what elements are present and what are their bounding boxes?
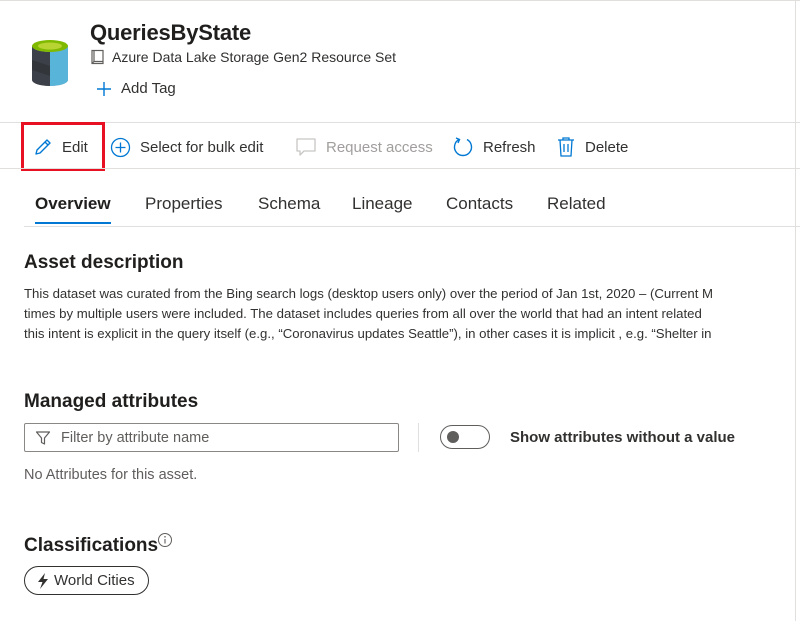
classifications-heading: Classifications	[24, 535, 159, 556]
bulk-edit-label: Select for bulk edit	[140, 138, 264, 156]
delete-label: Delete	[585, 138, 629, 156]
trash-icon	[558, 137, 574, 157]
filter-divider	[418, 423, 419, 452]
toolbar-bottom-divider	[0, 168, 800, 169]
plus-icon	[97, 81, 111, 96]
tab-properties[interactable]: Properties	[145, 194, 222, 214]
add-circle-icon	[110, 137, 131, 157]
asset-description-text: This dataset was curated from the Bing s…	[24, 284, 800, 344]
refresh-icon	[453, 137, 473, 157]
attribute-filter-input[interactable]	[59, 428, 379, 447]
comment-icon	[296, 138, 316, 156]
request-access-button[interactable]: Request access	[295, 132, 433, 162]
description-line: this intent is explicit in the query its…	[24, 326, 712, 341]
data-lake-storage-icon	[32, 40, 68, 86]
tab-overview[interactable]: Overview	[35, 194, 111, 214]
description-line: times by multiple users were included. T…	[24, 306, 702, 321]
asset-title: QueriesByState	[90, 20, 252, 45]
toggle-label: Show attributes without a value	[510, 429, 736, 446]
tabs-divider	[24, 226, 800, 227]
tab-related[interactable]: Related	[547, 194, 606, 214]
description-line: This dataset was curated from the Bing s…	[24, 286, 714, 301]
resource-set-icon	[91, 49, 104, 65]
request-access-label: Request access	[326, 138, 433, 156]
edit-highlight-box	[21, 122, 105, 171]
attribute-filter-box[interactable]	[24, 423, 399, 452]
delete-button[interactable]: Delete	[556, 132, 628, 162]
no-attributes-message: No Attributes for this asset.	[24, 467, 198, 483]
active-tab-indicator	[35, 222, 111, 224]
add-tag-button[interactable]: Add Tag	[96, 80, 176, 97]
lightning-icon	[38, 572, 48, 589]
refresh-label: Refresh	[483, 138, 536, 156]
show-empty-attributes-toggle[interactable]	[440, 425, 490, 449]
select-bulk-edit-button[interactable]: Select for bulk edit	[110, 132, 263, 162]
asset-type-row: Azure Data Lake Storage Gen2 Resource Se…	[90, 49, 396, 65]
refresh-button[interactable]: Refresh	[452, 132, 536, 162]
asset-description-heading: Asset description	[24, 252, 184, 273]
info-icon[interactable]	[157, 532, 173, 548]
add-tag-label: Add Tag	[121, 80, 176, 97]
filter-icon	[35, 430, 51, 445]
toggle-knob	[447, 431, 459, 443]
toolbar-top-divider	[0, 122, 800, 123]
tab-contacts[interactable]: Contacts	[446, 194, 513, 214]
managed-attributes-heading: Managed attributes	[24, 391, 199, 412]
tab-schema[interactable]: Schema	[258, 194, 320, 214]
classification-pill[interactable]: World Cities	[24, 566, 149, 595]
tab-lineage[interactable]: Lineage	[352, 194, 413, 214]
top-border	[0, 0, 800, 1]
asset-type-label: Azure Data Lake Storage Gen2 Resource Se…	[112, 49, 397, 65]
classification-label: World Cities	[54, 572, 135, 589]
